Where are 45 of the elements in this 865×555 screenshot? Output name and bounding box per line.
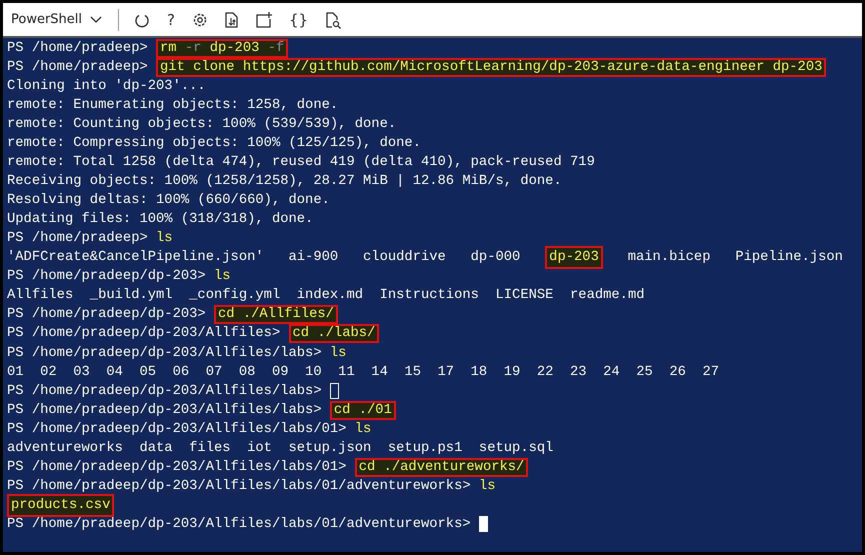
highlighted-command: git clone https://github.com/MicrosoftLearning/dp-203-azure-data-engineer dp-203 [156,58,826,78]
file-search-icon[interactable] [324,10,342,28]
prompt-text: PS /home/pradeep/dp-203> [7,268,207,286]
output-text: remote: Enumerating objects: 1258, done. [7,97,338,116]
output-text: Cloning into 'dp-203'... [7,78,206,96]
output-text: adventureworks data files iot setup.json setup.ps1 setup.sql [7,440,554,458]
command-text: ls [354,420,372,439]
highlighted-command: cd ./labs/ [288,324,380,344]
highlighted-command: cd ./01 [330,400,396,420]
output-text: 'ADFCreate&CancelPipeline.json' ai-900 clouddrive dp-000 [7,249,522,268]
output-text: Updating files: 100% (318/318), done. [7,211,314,230]
highlighted-entry: dp-203 [545,246,603,270]
chevron-icon [90,16,102,24]
toolbar-button[interactable]: {} [287,10,310,28]
command-text: ls [330,344,346,363]
output-text: remote: Counting objects: 100% (539/539), done. [7,116,396,134]
prompt-text: PS /home/pradeep> [7,59,149,78]
output-text: Resolving deltas: 100% (660/660), done. [7,192,330,210]
highlighted-command: rm -r dp-203 -f [156,39,288,58]
command-text: ls [156,230,173,248]
new-window-icon[interactable] [255,10,273,28]
highlighted-entry: products.csv [7,494,114,517]
prompt-text: PS /home/pradeep> [7,230,149,248]
prompt-text: PS /home/pradeep/dp-203/Allfiles/labs/01/adventureworks> [7,478,472,496]
prompt-text: PS /home/pradeep/dp-203/Allfiles/labs> [7,402,323,420]
prompt-text: PS /home/pradeep/dp-203/Allfiles/labs> [7,344,323,363]
output-text: Allfiles _build.yml _config.yml index.md Instructions LICENSE readme.md [7,287,645,306]
prompt-text: PS /home/pradeep/dp-203/Allfiles/labs> [7,382,323,401]
prompt-text: PS /home/pradeep/dp-203> [7,306,207,324]
highlighted-command: cd ./Allfiles/ [214,305,338,324]
output-text: 01 02 03 04 05 06 07 08 09 10 11 14 15 17 18 19 22 23 24 25 26 27 [7,364,720,382]
output-text: remote: Total 1258 (delta 474), reused 419 (delta 410), pack-reused 719 [7,154,595,172]
prompt-text: PS /home/pradeep/dp-203/Allfiles/labs/01> [7,458,348,477]
prompt-text: PS /home/pradeep/dp-203/Allfiles/labs/01> [7,420,348,439]
highlighted-command: cd ./adventureworks/ [354,458,528,477]
command-text: ls [214,268,231,286]
output-text: main.bicep Pipeline.json [626,249,843,268]
prompt-text: PS /home/pradeep/dp-203/Allfiles/labs/01/adventureworks> [7,516,472,534]
shell-selector[interactable]: PowerShell [9,10,104,29]
prompt-text: PS /home/pradeep> [7,40,149,58]
toolbar-button[interactable]: ? [165,10,177,28]
output-text: Receiving objects: 100% (1258/1258), 28.27 MiB | 12.86 MiB/s, done. [7,173,562,192]
command-text: ls [478,478,496,496]
prompt-text: PS /home/pradeep/dp-203/Allfiles> [7,325,282,344]
output-text: remote: Compressing objects: 100% (125/125), done. [7,135,421,154]
